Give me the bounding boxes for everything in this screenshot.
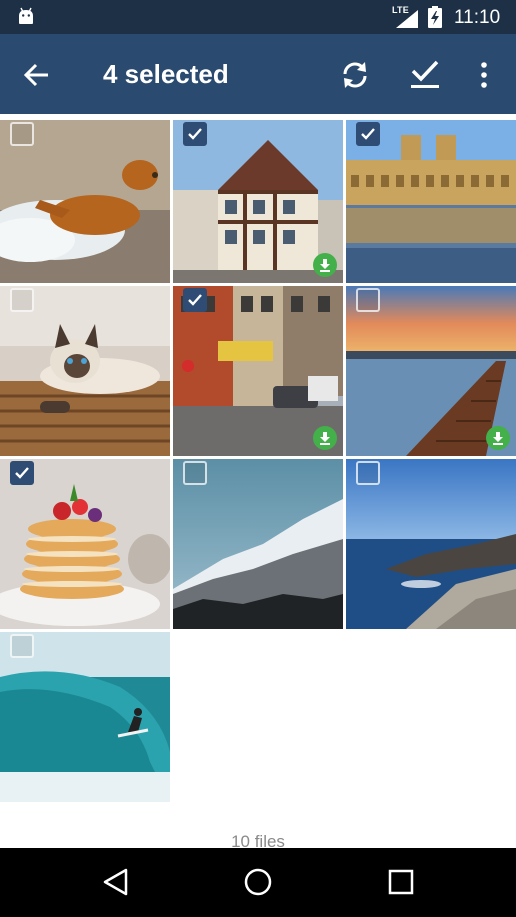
photo-tile[interactable] bbox=[0, 459, 170, 629]
nav-back-icon[interactable] bbox=[100, 866, 132, 898]
download-icon bbox=[320, 259, 330, 272]
nav-recents-icon[interactable] bbox=[385, 866, 417, 898]
photo-tile[interactable] bbox=[346, 120, 516, 283]
select-checkbox[interactable] bbox=[10, 288, 34, 312]
downloaded-badge bbox=[313, 426, 337, 450]
battery-charging-icon bbox=[428, 6, 442, 28]
more-vert-icon[interactable] bbox=[474, 60, 494, 90]
select-checkbox[interactable] bbox=[183, 122, 207, 146]
select-checkbox[interactable] bbox=[356, 122, 380, 146]
system-nav-bar bbox=[0, 848, 516, 917]
status-bar: LTE 11:10 bbox=[0, 0, 516, 34]
check-icon bbox=[361, 128, 375, 140]
signal-icon bbox=[396, 10, 418, 28]
photo-tile[interactable] bbox=[346, 459, 516, 629]
select-checkbox[interactable] bbox=[183, 288, 207, 312]
select-all-icon[interactable] bbox=[408, 56, 442, 90]
download-icon bbox=[320, 432, 330, 445]
select-checkbox[interactable] bbox=[10, 461, 34, 485]
select-checkbox[interactable] bbox=[10, 634, 34, 658]
nav-home-icon[interactable] bbox=[242, 866, 274, 898]
photo-tile[interactable] bbox=[0, 120, 170, 283]
downloaded-badge bbox=[486, 426, 510, 450]
photo-tile[interactable] bbox=[173, 120, 343, 283]
back-arrow-icon[interactable] bbox=[22, 60, 52, 90]
photo-tile[interactable] bbox=[346, 286, 516, 456]
sync-icon[interactable] bbox=[338, 58, 372, 92]
select-checkbox[interactable] bbox=[10, 122, 34, 146]
photo-tile[interactable] bbox=[173, 459, 343, 629]
photo-tile[interactable] bbox=[0, 286, 170, 456]
check-icon bbox=[188, 128, 202, 140]
photo-tile[interactable] bbox=[173, 286, 343, 456]
app-bar: 4 selected bbox=[0, 34, 516, 114]
check-icon bbox=[188, 294, 202, 306]
select-checkbox[interactable] bbox=[183, 461, 207, 485]
check-icon bbox=[15, 467, 29, 479]
photo-tile[interactable] bbox=[0, 632, 170, 802]
select-checkbox[interactable] bbox=[356, 461, 380, 485]
download-icon bbox=[493, 432, 503, 445]
android-icon bbox=[19, 7, 33, 24]
selection-title: 4 selected bbox=[103, 59, 229, 89]
downloaded-badge bbox=[313, 253, 337, 277]
clock: 11:10 bbox=[454, 7, 501, 28]
select-checkbox[interactable] bbox=[356, 288, 380, 312]
